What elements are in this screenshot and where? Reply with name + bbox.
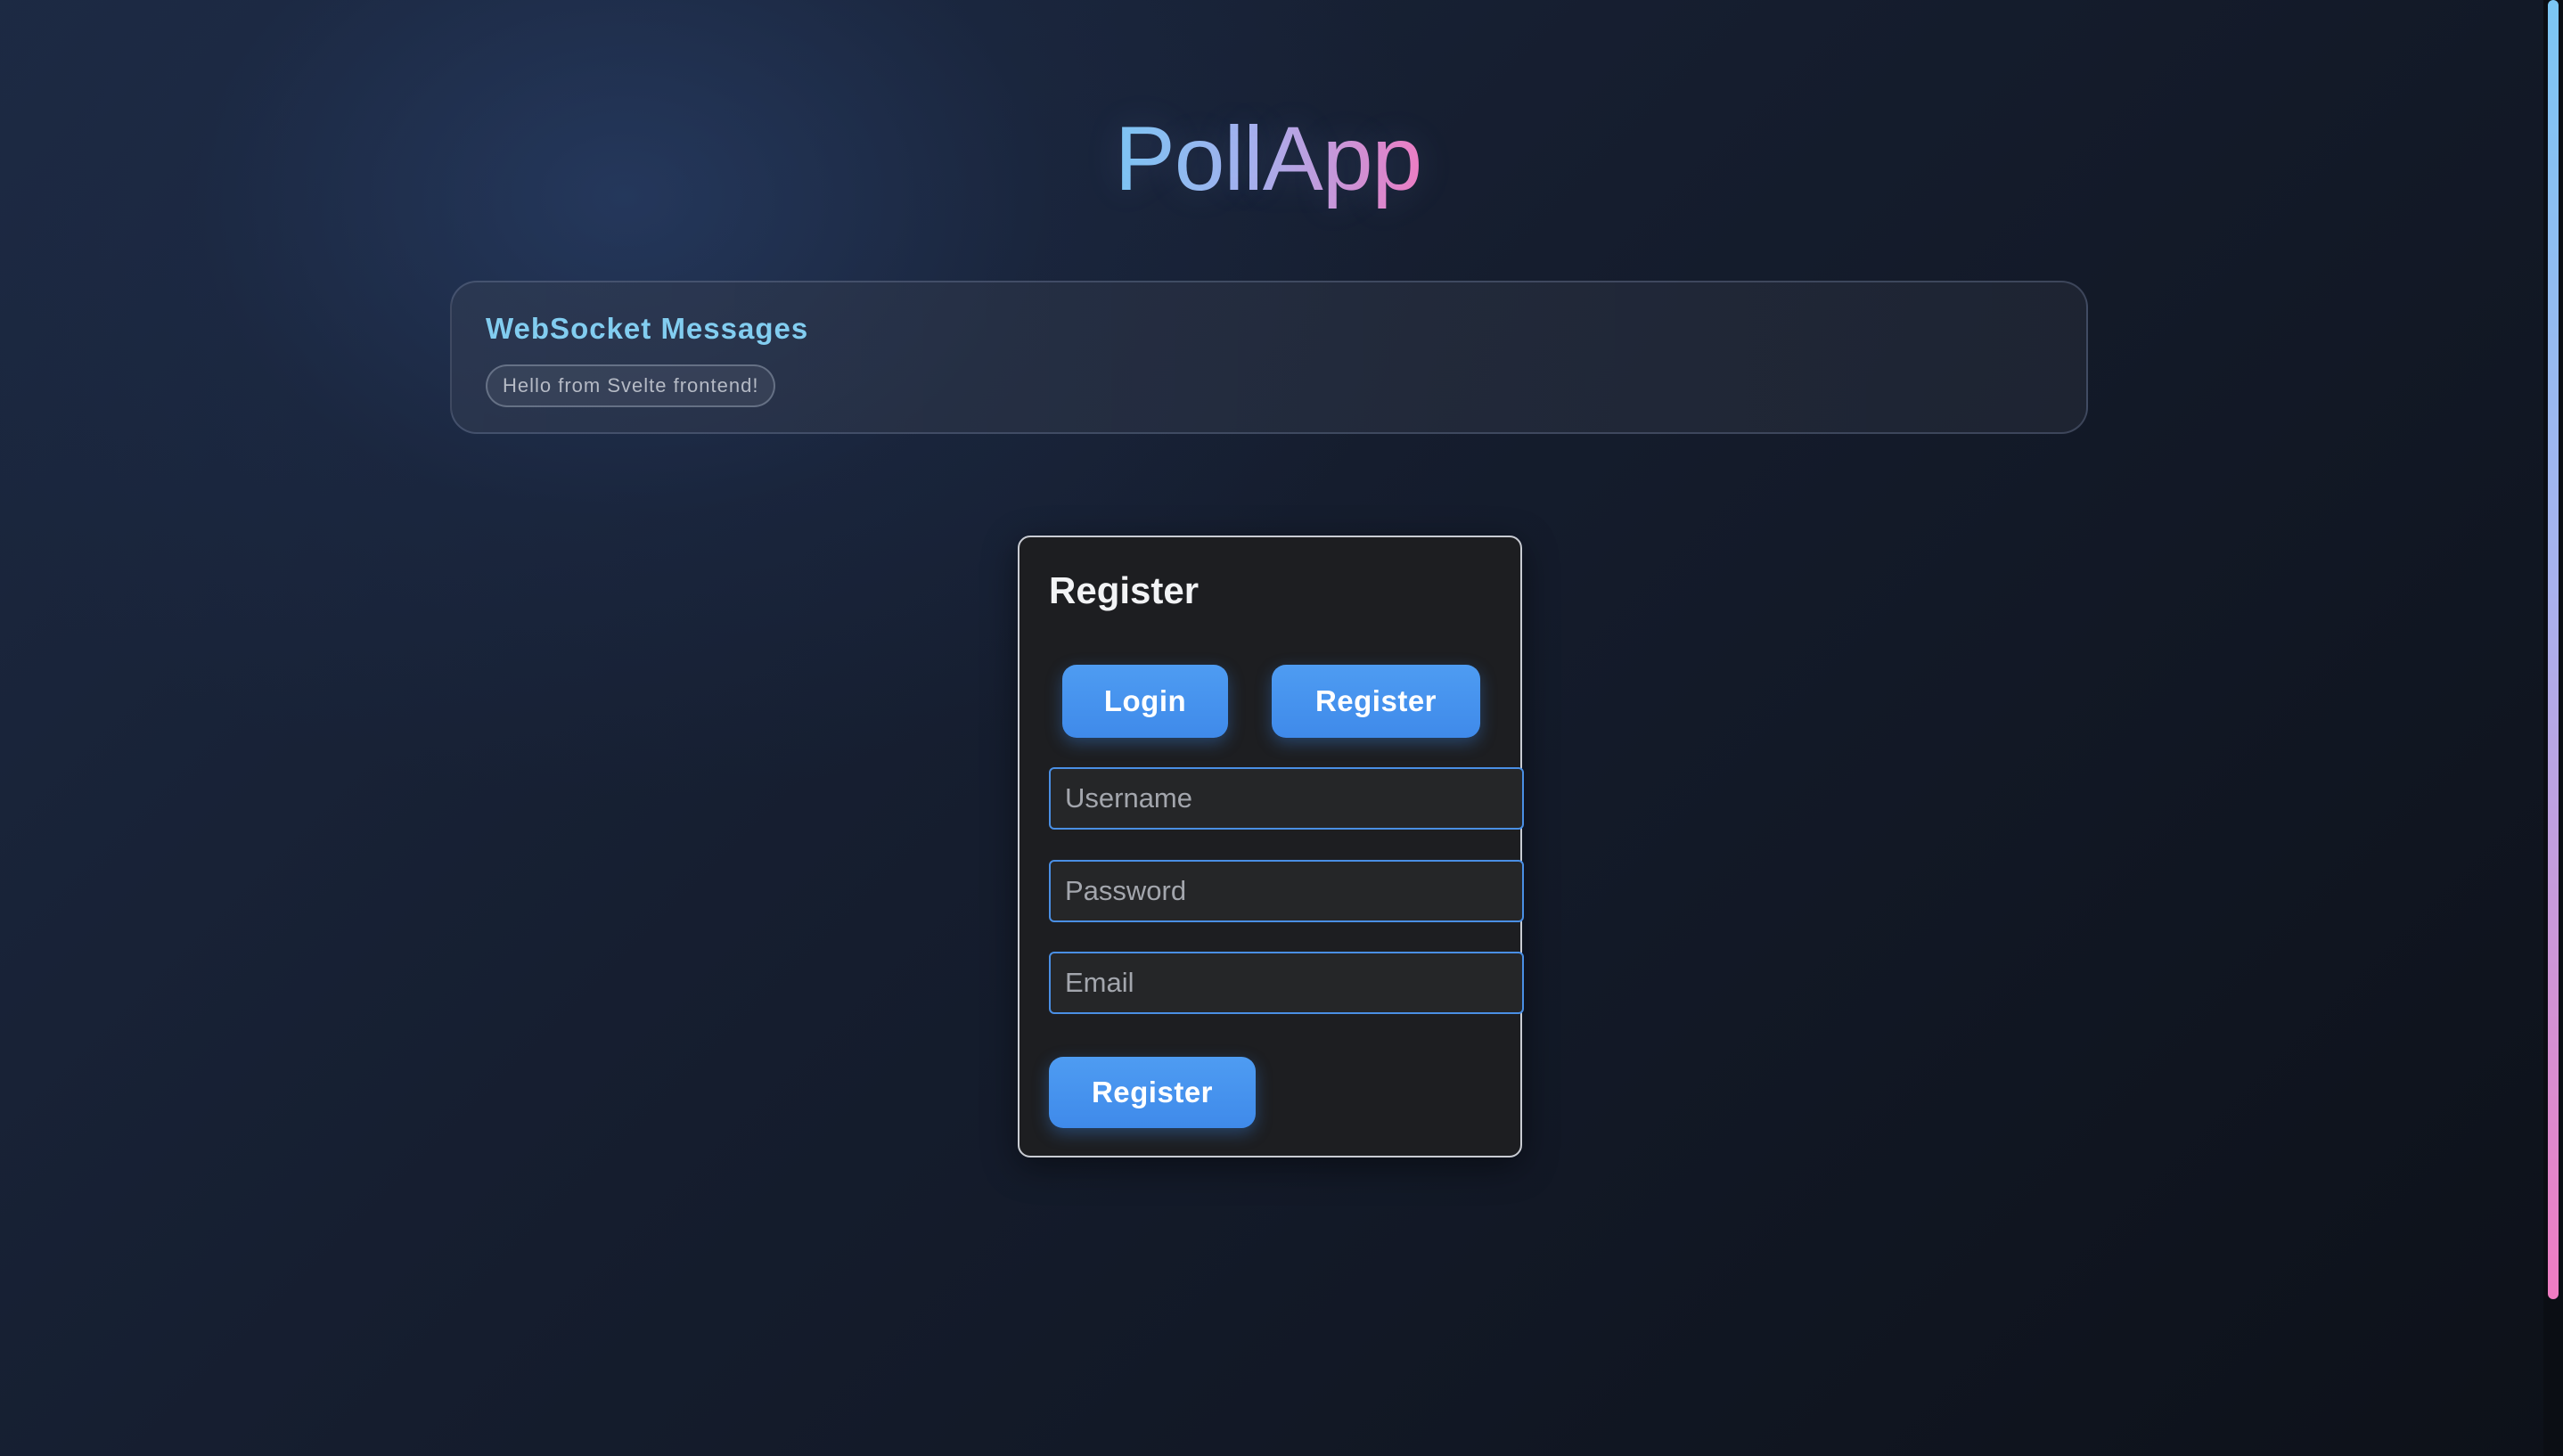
websocket-message-list: Hello from Svelte frontend! <box>486 347 2052 407</box>
page-scrollbar[interactable] <box>2543 0 2563 1456</box>
register-submit-button[interactable]: Register <box>1049 1057 1256 1128</box>
email-input[interactable] <box>1049 952 1524 1014</box>
app-title: PollApp <box>0 105 2536 212</box>
auth-card: Register Login Register Register <box>1018 536 1524 1157</box>
websocket-messages-heading: WebSocket Messages <box>486 312 809 345</box>
app-title-text: PollApp <box>1114 108 1423 209</box>
login-toggle-button[interactable]: Login <box>1062 665 1228 738</box>
register-toggle-button[interactable]: Register <box>1272 665 1480 738</box>
websocket-messages-panel: WebSocket Messages Hello from Svelte fro… <box>450 281 2088 434</box>
websocket-message: Hello from Svelte frontend! <box>486 364 776 407</box>
auth-title: Register <box>1049 569 1200 611</box>
page-scrollbar-thumb[interactable] <box>2548 0 2559 1299</box>
password-input[interactable] <box>1049 860 1524 922</box>
username-input[interactable] <box>1049 767 1524 830</box>
